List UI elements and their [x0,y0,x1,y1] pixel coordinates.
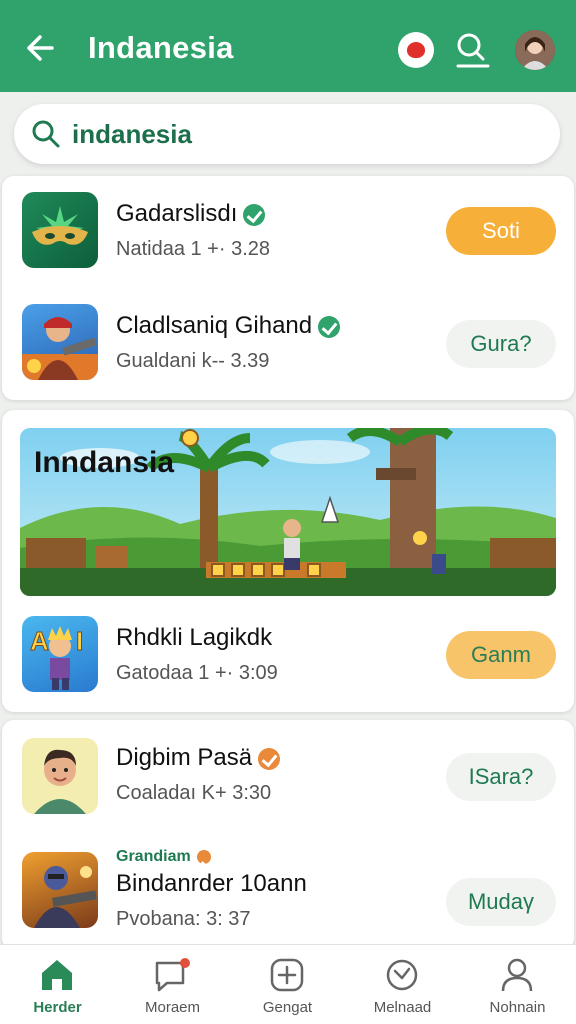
nav-label: Moraem [144,999,200,1016]
results-card: Gadarslisdı Natidaa 1 +· 3.28 Soti Cladl… [2,176,574,400]
get-button[interactable]: Mudaγ [446,878,556,926]
nav-item-profile[interactable]: Nohnain [460,945,575,1024]
search-input[interactable] [72,114,542,154]
app-meta: Coaladaı K+ 3:30 [116,782,272,804]
app-name: Rhdkli Lagikdk [116,624,273,651]
get-button[interactable]: Gura? [446,320,556,368]
app-name: Bindanrder 10ann [116,870,307,897]
search-icon[interactable] [452,30,492,70]
clock-icon [386,959,418,991]
list-item[interactable]: Digbim Pasä Coaladaı K+ 3:30 ISara? [2,720,574,830]
verified-icon [243,203,266,226]
nav-item-messages[interactable]: Moraem [115,945,230,1024]
plus-square-icon [270,958,304,992]
verified-icon [318,315,341,338]
avatar[interactable] [515,30,555,70]
search-bar [14,104,560,164]
page-title: Indanesia [88,30,234,65]
verified-icon [258,747,281,770]
verified-icon [196,849,211,864]
nav-label: Nohnain [489,999,546,1016]
app-bar: Indanesia [0,0,576,92]
app-meta: Gatodaa 1 +· 3:09 [116,662,278,684]
nav-item-create[interactable]: Gengat [230,945,345,1024]
app-name: Cladlsaniq Gihand [116,312,313,339]
warrior-icon [22,304,98,380]
app-name: Digbim Pasä [116,744,253,771]
list-item[interactable]: A I Rhdkli Lagikdk Gatodaa 1 +· 3:09 Gan… [2,600,574,710]
nav-item-history[interactable]: Melnaad [345,945,460,1024]
results-card: Digbim Pasä Coaladaı K+ 3:30 ISara? Gran… [2,720,574,950]
character-icon: A I [22,616,98,692]
svg-text:A: A [30,626,49,656]
home-icon [42,960,72,990]
app-name: Gadarslisdı [116,200,238,227]
mask-icon [22,192,98,268]
nav-label: Herder [33,999,82,1016]
game-button[interactable]: Ganm [446,631,556,679]
nav-label: Gengat [262,999,313,1016]
list-item[interactable]: Cladlsaniq Gihand Gualdani k-- 3.39 Gura… [2,288,574,398]
face-icon [22,738,98,814]
arrow-left-icon[interactable] [22,28,62,68]
person-icon [501,958,533,992]
banner-title: Inndansia [34,446,175,479]
search-icon [30,118,62,150]
get-button[interactable]: ISara? [446,753,556,801]
list-item[interactable]: Gadarslisdı Natidaa 1 +· 3.28 Soti [2,176,574,286]
app-meta: Gualdani k-- 3.39 [116,350,270,372]
nav-label: Melnaad [373,999,432,1016]
nav-item-home[interactable]: Herder [0,945,115,1024]
app-meta: Pvobana: 3: 37 [116,908,251,930]
notification-icon[interactable] [398,32,434,68]
list-item[interactable]: Grandiam Bindanrder 10ann Pvobana: 3: 37… [2,836,574,946]
publisher-tag: Grandiam [116,848,191,865]
app-meta: Natidaa 1 +· 3.28 [116,238,270,260]
svg-text:I: I [76,626,83,656]
message-icon [155,958,190,992]
bottom-navigation: Herder Moraem Gengat Melnaad Nohnain [0,944,576,1024]
soldier-icon [22,852,98,928]
install-button[interactable]: Soti [446,207,556,255]
game-banner[interactable]: Inndansia [20,428,556,596]
